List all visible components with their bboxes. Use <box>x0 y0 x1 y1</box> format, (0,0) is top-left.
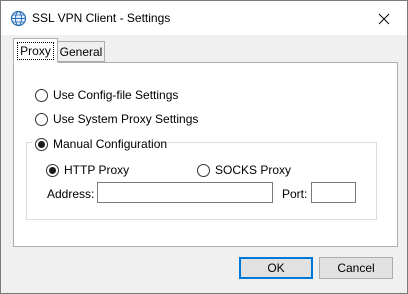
tab-proxy-label: Proxy <box>17 41 54 60</box>
socks-proxy-label: SOCKS Proxy <box>215 163 292 177</box>
manual-config-radio[interactable] <box>35 137 48 151</box>
system-proxy-radio[interactable] <box>35 112 48 126</box>
ok-button[interactable]: OK <box>239 257 313 279</box>
address-input[interactable] <box>97 182 273 203</box>
tab-general-label: General <box>59 44 103 59</box>
option-system-proxy[interactable]: Use System Proxy Settings <box>35 112 198 126</box>
system-proxy-label: Use System Proxy Settings <box>53 112 199 126</box>
cancel-button[interactable]: Cancel <box>319 257 393 279</box>
http-proxy-label: HTTP Proxy <box>64 163 130 177</box>
socks-proxy-radio[interactable] <box>197 163 210 177</box>
option-http-proxy[interactable]: HTTP Proxy <box>46 163 129 177</box>
http-proxy-radio[interactable] <box>46 163 59 177</box>
globe-network-icon <box>10 10 27 27</box>
close-button[interactable] <box>373 9 395 29</box>
config-file-radio[interactable] <box>35 88 48 102</box>
close-icon <box>378 13 390 25</box>
port-input[interactable] <box>311 182 356 203</box>
title-bar: SSL VPN Client - Settings <box>1 1 407 35</box>
port-label: Port: <box>282 187 308 201</box>
tab-proxy[interactable]: Proxy <box>13 38 58 63</box>
config-file-label: Use Config-file Settings <box>53 88 179 102</box>
option-config-file[interactable]: Use Config-file Settings <box>35 88 178 102</box>
settings-dialog: SSL VPN Client - Settings Proxy General … <box>0 0 408 294</box>
cancel-button-label: Cancel <box>337 261 375 275</box>
address-label: Address: <box>47 187 95 201</box>
option-socks-proxy[interactable]: SOCKS Proxy <box>197 163 291 177</box>
manual-configuration-group <box>26 142 377 220</box>
tab-general[interactable]: General <box>58 41 105 62</box>
window-title: SSL VPN Client - Settings <box>32 11 171 25</box>
manual-config-label: Manual Configuration <box>53 137 168 151</box>
option-manual-config[interactable]: Manual Configuration <box>35 137 167 151</box>
ok-button-label: OK <box>267 261 285 275</box>
